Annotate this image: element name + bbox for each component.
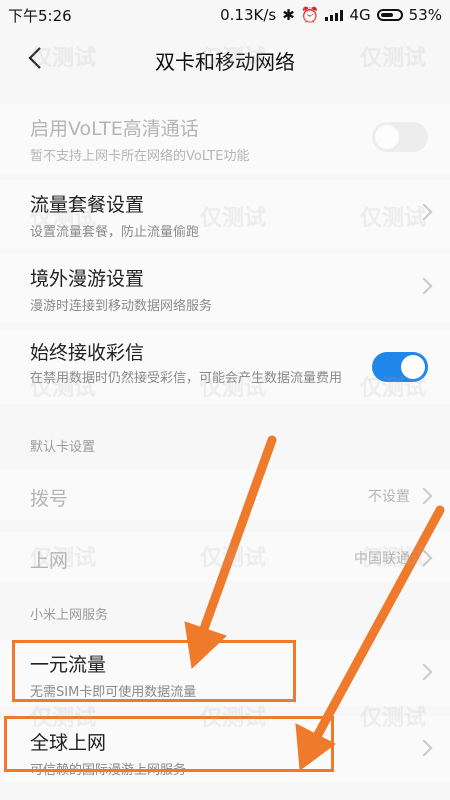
volte-setting: 启用VoLTE高清通话 暂不支持上网卡所在网络的VoLTE功能	[0, 104, 450, 174]
section-default-card: 默认卡设置	[30, 440, 96, 455]
status-indicators: 0.13K/s ✱ ⏰ 4G 53%	[220, 6, 442, 24]
dial-value: 不设置	[368, 489, 410, 505]
bluetooth-icon: ✱	[282, 6, 295, 24]
roaming-description: 漫游时连接到移动数据网络服务	[30, 299, 213, 314]
annotation-box	[12, 640, 296, 702]
status-time: 下午5:26	[8, 6, 72, 25]
signal-icon	[325, 9, 344, 21]
roaming-setting[interactable]: 境外漫游设置 漫游时连接到移动数据网络服务	[0, 254, 450, 322]
dial-label: 拨号	[30, 488, 69, 510]
title-bar: 双卡和移动网络	[0, 30, 450, 90]
roaming-label: 境外漫游设置	[30, 268, 145, 290]
mms-label: 始终接收彩信	[30, 342, 145, 364]
internet-value: 中国联通	[354, 551, 410, 567]
mms-description: 在禁用数据时仍然接受彩信，可能会产生数据流量费用	[30, 371, 343, 386]
network-speed: 0.13K/s	[220, 6, 277, 24]
volte-description: 暂不支持上网卡所在网络的VoLTE功能	[30, 149, 250, 164]
data-plan-description: 设置流量套餐，防止流量偷跑	[30, 225, 200, 240]
internet-setting: 上网 中国联通	[0, 532, 450, 582]
mms-setting[interactable]: 始终接收彩信 在禁用数据时仍然接受彩信，可能会产生数据流量费用	[0, 330, 450, 404]
annotation-box	[4, 716, 334, 772]
volte-label: 启用VoLTE高清通话	[30, 118, 199, 140]
dial-setting: 拨号 不设置	[0, 470, 450, 520]
battery-icon	[376, 9, 403, 21]
mms-toggle[interactable]	[372, 352, 428, 382]
volte-toggle	[372, 122, 428, 152]
data-plan-label: 流量套餐设置	[30, 194, 145, 216]
alarm-icon: ⏰	[300, 6, 320, 24]
status-bar: 下午5:26 0.13K/s ✱ ⏰ 4G 53%	[0, 0, 450, 30]
section-mi-services: 小米上网服务	[30, 608, 109, 623]
data-plan-setting[interactable]: 流量套餐设置 设置流量套餐，防止流量偷跑	[0, 180, 450, 248]
page-title: 双卡和移动网络	[155, 49, 295, 74]
network-type: 4G	[349, 6, 371, 24]
battery-percent: 53%	[408, 6, 442, 24]
back-arrow-icon[interactable]	[22, 44, 50, 72]
